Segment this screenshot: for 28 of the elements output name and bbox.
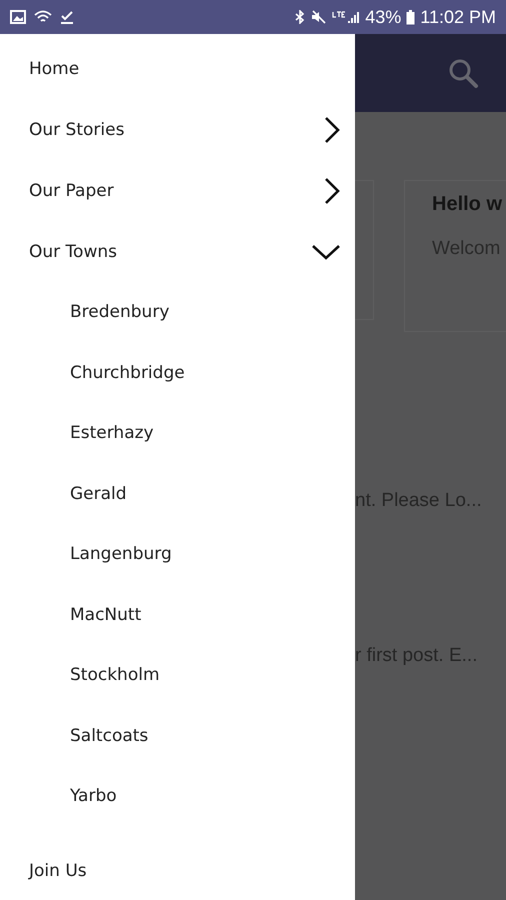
signal-icon [332, 10, 360, 24]
submenu-item[interactable]: Yarbo [70, 786, 117, 806]
battery-icon [406, 10, 416, 24]
check-icon [60, 10, 74, 24]
chevron-down-icon[interactable] [311, 242, 341, 260]
submenu-item[interactable]: Esterhazy [70, 423, 154, 444]
submenu-item[interactable]: Churchbridge [70, 362, 185, 383]
submenu-item[interactable]: Saltcoats [70, 726, 148, 746]
bluetooth-icon [294, 10, 306, 24]
mute-icon [311, 10, 328, 24]
menu-item[interactable]: Our Stories [29, 120, 124, 140]
chevron-right-icon[interactable] [323, 116, 341, 144]
search-icon[interactable] [447, 57, 479, 89]
menu-item[interactable]: Home [29, 58, 80, 78]
submenu-item[interactable]: Langenburg [70, 544, 172, 564]
menu-item[interactable]: Join Us [29, 861, 87, 881]
battery-percent: 43% [365, 6, 402, 28]
submenu-item[interactable]: Stockholm [70, 665, 160, 686]
submenu-item[interactable]: Bredenbury [70, 302, 170, 322]
chevron-right-icon[interactable] [323, 176, 341, 204]
menu-item[interactable]: Our Towns [29, 242, 117, 262]
submenu-item[interactable]: MacNutt [70, 604, 142, 625]
image-icon [10, 10, 26, 24]
wifi-icon [34, 10, 52, 24]
menu-item[interactable]: Our Paper [29, 180, 114, 200]
clock: 11:02 PM [420, 6, 496, 28]
card-title: Hello w [432, 193, 504, 216]
submenu-item[interactable]: Gerald [70, 484, 127, 504]
